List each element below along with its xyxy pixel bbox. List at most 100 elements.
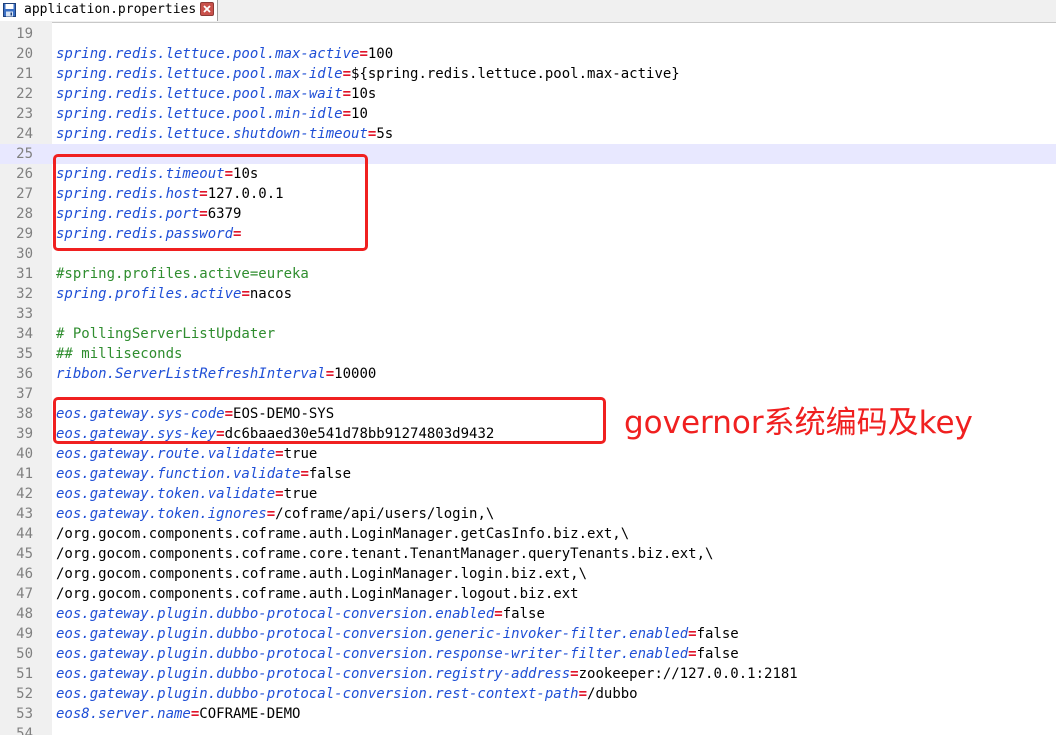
line-number: 53 bbox=[16, 706, 33, 722]
property-value: /coframe/api/users/login,\ bbox=[275, 506, 495, 522]
line-text: /org.gocom.components.coframe.auth.Login… bbox=[56, 564, 587, 584]
property-value: 10 bbox=[351, 106, 368, 122]
line-number: 39 bbox=[16, 426, 33, 442]
line-number: 41 bbox=[16, 466, 33, 482]
code-line[interactable]: 42 eos.gateway.token.validate=true bbox=[0, 484, 1056, 504]
tab-application-properties[interactable]: application.properties bbox=[0, 0, 218, 21]
line-text: #spring.profiles.active=eureka bbox=[56, 264, 309, 284]
property-key: spring.profiles.active bbox=[56, 286, 242, 302]
code-line[interactable]: 41 eos.gateway.function.validate=false bbox=[0, 464, 1056, 484]
property-key: eos.gateway.plugin.dubbo-protocal-conver… bbox=[56, 646, 689, 662]
code-line[interactable]: 43 eos.gateway.token.ignores=/coframe/api… bbox=[0, 504, 1056, 524]
line-number: 50 bbox=[16, 646, 33, 662]
equals-sign: = bbox=[359, 46, 368, 62]
line-text: eos.gateway.route.validate=true bbox=[56, 444, 317, 464]
code-line[interactable]: 40 eos.gateway.route.validate=true bbox=[0, 444, 1056, 464]
line-number: 52 bbox=[16, 686, 33, 702]
line-number: 24 bbox=[16, 126, 33, 142]
property-value: 10000 bbox=[334, 366, 377, 382]
code-line[interactable]: 54 bbox=[0, 724, 1056, 735]
property-key: eos.gateway.token.ignores bbox=[56, 506, 267, 522]
equals-sign: = bbox=[342, 66, 352, 82]
line-number: 36 bbox=[16, 366, 33, 382]
code-line[interactable]: 33 bbox=[0, 304, 1056, 324]
continuation-text: /org.gocom.components.coframe.core.tenan… bbox=[56, 546, 714, 562]
line-text: spring.redis.lettuce.pool.min-idle=10 bbox=[56, 104, 368, 124]
line-text: /org.gocom.components.coframe.auth.Login… bbox=[56, 584, 579, 604]
property-value: nacos bbox=[249, 286, 293, 302]
property-value: 100 bbox=[367, 46, 394, 62]
property-value: COFRAME-DEMO bbox=[199, 706, 301, 722]
line-text: eos.gateway.plugin.dubbo-protocal-conver… bbox=[56, 664, 798, 684]
line-text: eos.gateway.plugin.dubbo-protocal-conver… bbox=[56, 624, 739, 644]
code-line[interactable]: 32 spring.profiles.active=nacos bbox=[0, 284, 1056, 304]
line-text: spring.redis.lettuce.pool.max-idle=${spr… bbox=[56, 64, 680, 84]
redis-highlight-box bbox=[53, 154, 368, 251]
gateway-key-highlight-box bbox=[53, 397, 606, 444]
code-line[interactable]: 19 bbox=[0, 24, 1056, 44]
line-number: 44 bbox=[16, 526, 33, 542]
property-value: false bbox=[502, 606, 545, 622]
code-line[interactable]: 20 spring.redis.lettuce.pool.max-active=1… bbox=[0, 44, 1056, 64]
equals-sign: = bbox=[275, 486, 284, 502]
line-text: spring.profiles.active=nacos bbox=[56, 284, 292, 304]
property-key: eos8.server.name bbox=[56, 706, 191, 722]
property-value: true bbox=[283, 486, 318, 502]
code-line[interactable]: 53 eos8.server.name=COFRAME-DEMO bbox=[0, 704, 1056, 724]
property-key: eos.gateway.plugin.dubbo-protocal-conver… bbox=[56, 686, 579, 702]
comment-text: #spring.profiles.active=eureka bbox=[56, 266, 309, 282]
comment-text: ## milliseconds bbox=[56, 346, 183, 362]
line-number: 45 bbox=[16, 546, 33, 562]
code-line[interactable]: 36 ribbon.ServerListRefreshInterval=10000 bbox=[0, 364, 1056, 384]
line-number: 26 bbox=[16, 166, 33, 182]
equals-sign: = bbox=[266, 506, 276, 522]
line-number: 46 bbox=[16, 566, 33, 582]
equals-sign: = bbox=[570, 666, 579, 682]
line-number: 20 bbox=[16, 46, 33, 62]
code-line[interactable]: 51 eos.gateway.plugin.dubbo-protocal-conv… bbox=[0, 664, 1056, 684]
line-text: eos8.server.name=COFRAME-DEMO bbox=[56, 704, 300, 724]
property-value: zookeeper://127.0.0.1:2181 bbox=[578, 666, 798, 682]
line-number: 40 bbox=[16, 446, 33, 462]
code-line[interactable]: 52 eos.gateway.plugin.dubbo-protocal-conv… bbox=[0, 684, 1056, 704]
property-value: false bbox=[696, 626, 739, 642]
code-line[interactable]: 23 spring.redis.lettuce.pool.min-idle=10 bbox=[0, 104, 1056, 124]
equals-sign: = bbox=[241, 286, 250, 302]
code-line[interactable]: 48 eos.gateway.plugin.dubbo-protocal-conv… bbox=[0, 604, 1056, 624]
code-line[interactable]: 34 # PollingServerListUpdater bbox=[0, 324, 1056, 344]
code-line[interactable]: 22 spring.redis.lettuce.pool.max-wait=10s bbox=[0, 84, 1056, 104]
code-line[interactable]: 44/org.gocom.components.coframe.auth.Log… bbox=[0, 524, 1056, 544]
line-number: 43 bbox=[16, 506, 33, 522]
line-number: 33 bbox=[16, 306, 33, 322]
equals-sign: = bbox=[300, 466, 309, 482]
equals-sign: = bbox=[325, 366, 335, 382]
continuation-text: /org.gocom.components.coframe.auth.Login… bbox=[56, 586, 579, 602]
equals-sign: = bbox=[688, 646, 697, 662]
code-line[interactable]: 35 ## milliseconds bbox=[0, 344, 1056, 364]
code-line[interactable]: 47/org.gocom.components.coframe.auth.Log… bbox=[0, 584, 1056, 604]
line-text: /org.gocom.components.coframe.core.tenan… bbox=[56, 544, 713, 564]
line-number: 51 bbox=[16, 666, 33, 682]
property-key: eos.gateway.plugin.dubbo-protocal-conver… bbox=[56, 606, 495, 622]
line-number: 38 bbox=[16, 406, 33, 422]
line-text: eos.gateway.token.ignores=/coframe/api/u… bbox=[56, 504, 494, 524]
equals-sign: = bbox=[578, 686, 588, 702]
code-editor[interactable]: 19 20 spring.redis.lettuce.pool.max-active… bbox=[0, 22, 1056, 735]
equals-sign: = bbox=[342, 86, 352, 102]
code-line[interactable]: 50 eos.gateway.plugin.dubbo-protocal-conv… bbox=[0, 644, 1056, 664]
line-text: eos.gateway.plugin.dubbo-protocal-conver… bbox=[56, 604, 545, 624]
line-number: 25 bbox=[16, 146, 33, 162]
code-line[interactable]: 49 eos.gateway.plugin.dubbo-protocal-conv… bbox=[0, 624, 1056, 644]
property-value: /dubbo bbox=[587, 686, 638, 702]
close-icon[interactable] bbox=[200, 2, 214, 16]
code-line[interactable]: 31 #spring.profiles.active=eureka bbox=[0, 264, 1056, 284]
line-number: 32 bbox=[16, 286, 33, 302]
equals-sign: = bbox=[342, 106, 352, 122]
code-line[interactable]: 45/org.gocom.components.coframe.core.ten… bbox=[0, 544, 1056, 564]
line-number: 35 bbox=[16, 346, 33, 362]
save-file-icon bbox=[3, 3, 16, 17]
code-line[interactable]: 24 spring.redis.lettuce.shutdown-timeout=… bbox=[0, 124, 1056, 144]
code-line[interactable]: 46/org.gocom.components.coframe.auth.Log… bbox=[0, 564, 1056, 584]
line-number: 19 bbox=[16, 26, 33, 42]
code-line[interactable]: 21 spring.redis.lettuce.pool.max-idle=${s… bbox=[0, 64, 1056, 84]
